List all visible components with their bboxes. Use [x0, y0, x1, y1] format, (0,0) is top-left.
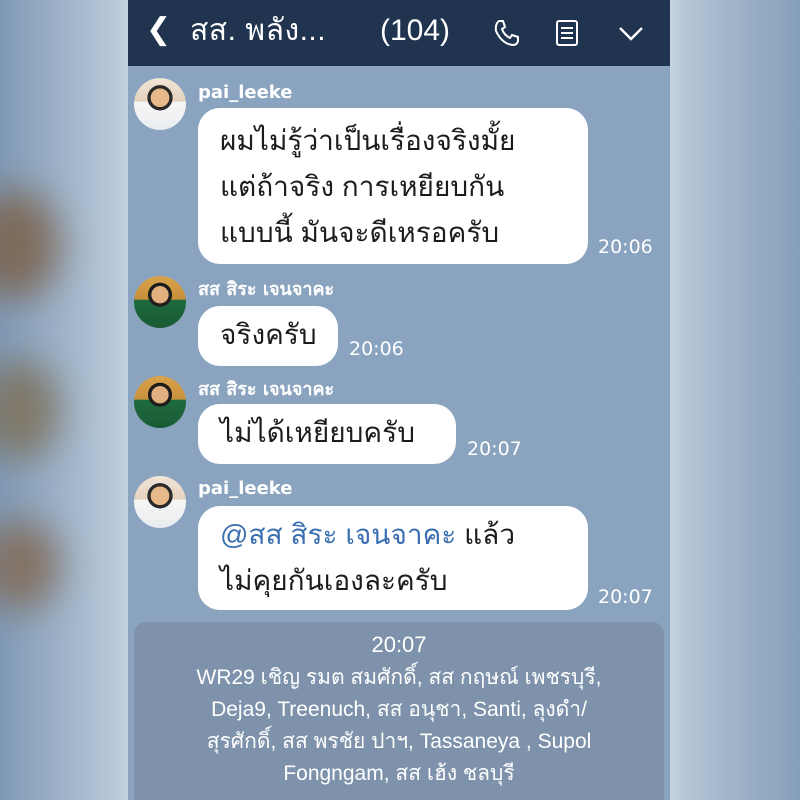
member-count: (104)	[380, 14, 451, 47]
message-text: ผมไม่รู้ว่าเป็นเรื่องจริงมั้ย	[220, 125, 516, 156]
message-text: จริงครับ	[220, 319, 317, 350]
notice-time: 20:07	[371, 632, 427, 657]
message-text: แล้ว	[456, 519, 516, 550]
avatar[interactable]	[134, 78, 186, 130]
notes-icon[interactable]	[550, 16, 584, 50]
avatar[interactable]	[134, 376, 186, 428]
message-time: 20:06	[598, 236, 653, 258]
chat-header: ❮ สส. พลัง... (104)	[128, 0, 670, 66]
message-time: 20:06	[349, 338, 404, 360]
sender-name: สส สิระ เจนจาคะ	[198, 379, 335, 400]
message-bubble[interactable]: @สส สิระ เจนจาคะ แล้ว ไม่คุยกันเองละครับ	[198, 506, 588, 610]
notice-text: Fongngam, สส เฮ้ง ชลบุรี	[283, 762, 515, 785]
message-text: แบบนี้ มันจะดีเหรอครับ	[220, 217, 500, 248]
message-text: ไม่ได้เหยียบครับ	[220, 417, 415, 448]
notice-text: Deja9, Treenuch, สส อนุชา, Santi, ลุงดำ/	[211, 698, 587, 721]
message-text: ไม่คุยกันเองละครับ	[220, 565, 448, 596]
chat-title[interactable]: สส. พลัง...	[190, 12, 326, 50]
notice-text: สุรศักดิ์, สส พรชัย ปาฯ, Tassaneya , Sup…	[206, 730, 592, 753]
background-blur	[0, 520, 60, 610]
system-notice: 20:07 WR29 เชิญ รมต สมศักดิ์, สส กฤษณ์ เ…	[134, 622, 664, 800]
mention-link[interactable]: @สส สิระ เจนจาคะ	[220, 519, 456, 550]
chevron-down-icon[interactable]	[614, 16, 648, 50]
chat-screen: ❮ สส. พลัง... (104) pai_leeke ผมไม่รู้ว่…	[128, 0, 670, 800]
phone-icon[interactable]	[490, 16, 524, 50]
message-bubble[interactable]: ไม่ได้เหยียบครับ	[198, 404, 456, 464]
message-time: 20:07	[598, 586, 653, 608]
message-bubble[interactable]: ผมไม่รู้ว่าเป็นเรื่องจริงมั้ย แต่ถ้าจริง…	[198, 108, 588, 264]
notice-text: WR29 เชิญ รมต สมศักดิ์, สส กฤษณ์ เพชรบุร…	[196, 666, 602, 689]
message-time: 20:07	[467, 438, 522, 460]
sender-name: pai_leeke	[198, 478, 293, 499]
avatar[interactable]	[134, 476, 186, 528]
background-blur	[0, 360, 60, 460]
message-text: แต่ถ้าจริง การเหยียบกัน	[220, 171, 505, 202]
background-blur	[0, 190, 60, 300]
sender-name: สส สิระ เจนจาคะ	[198, 279, 335, 300]
message-bubble[interactable]: จริงครับ	[198, 306, 338, 366]
chevron-left-icon[interactable]: ❮	[146, 12, 171, 48]
avatar[interactable]	[134, 276, 186, 328]
sender-name: pai_leeke	[198, 82, 293, 103]
